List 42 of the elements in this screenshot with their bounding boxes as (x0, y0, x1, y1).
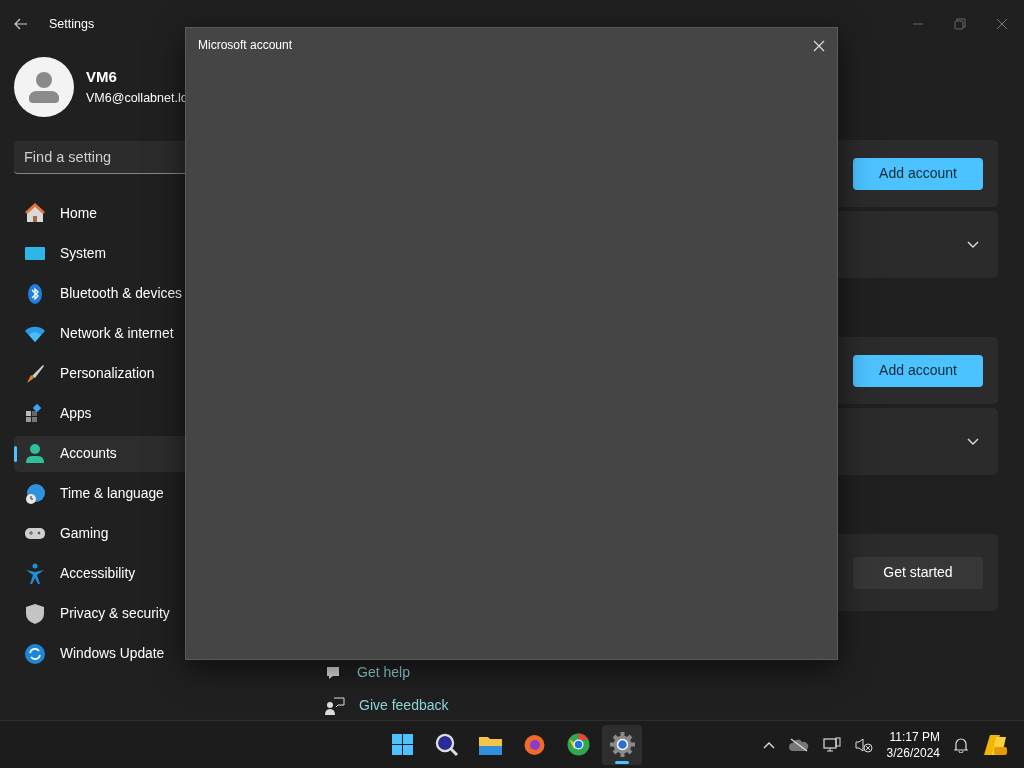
dialog-title: Microsoft account (198, 37, 293, 54)
nav-item[interactable]: Accessibility (14, 556, 289, 592)
person-icon (24, 443, 46, 465)
nav-item[interactable]: Bluetooth & devices (14, 276, 289, 312)
cloud-off-icon[interactable] (788, 737, 809, 752)
chevron-up-icon[interactable] (762, 740, 775, 749)
copilot-icon[interactable] (982, 732, 1008, 757)
user-email: VM6@collabnet.lo (86, 89, 188, 107)
nav-item[interactable]: Privacy & security (14, 596, 289, 632)
network-icon[interactable] (822, 736, 841, 753)
chevron-down-icon[interactable] (967, 437, 979, 446)
chevron-down-icon[interactable] (967, 240, 979, 249)
user-name: VM6 (86, 67, 118, 88)
nav-item[interactable]: Time & language (14, 476, 289, 512)
shield-icon (24, 603, 46, 625)
muted-speaker-icon[interactable] (854, 736, 873, 753)
gear-icon[interactable] (602, 724, 642, 765)
globe-clock-icon (24, 483, 46, 505)
nav-item[interactable]: Gaming (14, 516, 289, 552)
get-started-button[interactable]: Get started (853, 556, 983, 589)
nav-item[interactable]: Windows Update (14, 636, 289, 672)
avatar-icon (14, 57, 74, 117)
refresh-icon (24, 643, 46, 665)
back-icon[interactable] (14, 18, 28, 30)
nav-item[interactable]: System (14, 236, 289, 272)
window-title: Settings (49, 15, 95, 33)
help-link[interactable]: Get help (357, 662, 410, 683)
nav-item[interactable]: Network & internet (14, 316, 289, 352)
feedback-link[interactable]: Give feedback (359, 695, 449, 716)
clock-time[interactable]: 11:17 PM (886, 728, 940, 745)
nav-item[interactable]: Apps (14, 396, 289, 432)
add-account-button[interactable]: Add account (853, 354, 983, 387)
accessibility-icon (24, 563, 46, 585)
close-icon[interactable] (996, 18, 1008, 30)
clock-date[interactable]: 3/26/2024 (886, 744, 940, 761)
nav-item[interactable]: Personalization (14, 356, 289, 392)
feedback-icon (325, 696, 345, 715)
add-account-button[interactable]: Add account (853, 157, 983, 190)
paintbrush-icon (24, 363, 46, 385)
nav-item[interactable]: Home (14, 196, 289, 232)
bell-icon[interactable] (954, 736, 968, 753)
house-icon (24, 203, 46, 225)
